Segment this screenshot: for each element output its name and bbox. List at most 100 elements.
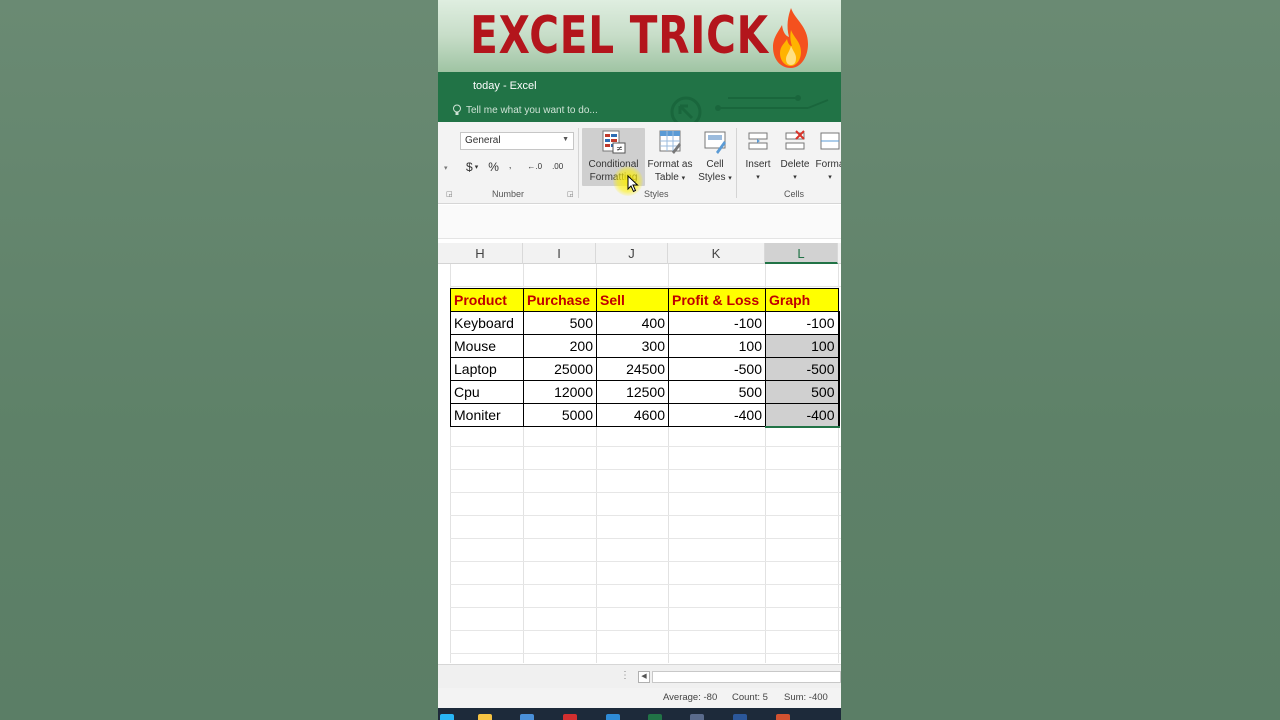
window-title: today - Excel — [473, 80, 537, 92]
delete-cells-icon — [785, 130, 805, 150]
group-divider — [578, 128, 579, 198]
windows-taskbar — [438, 708, 841, 720]
store-icon[interactable] — [520, 714, 534, 720]
status-sum: Sum: -400 — [784, 692, 828, 703]
profit-loss-cell[interactable]: 100 — [668, 334, 766, 358]
word-icon[interactable] — [733, 714, 747, 720]
banner-title: EXCEL TRICK — [470, 6, 769, 66]
product-cell[interactable]: Cpu — [450, 380, 524, 404]
scroll-left-arrow-icon[interactable]: ▾ — [444, 164, 448, 172]
column-header-h[interactable]: H — [438, 243, 523, 264]
purchase-cell[interactable]: 12000 — [523, 380, 597, 404]
chevron-down-icon: ▾ — [681, 175, 686, 182]
app-icon[interactable] — [690, 714, 704, 720]
number-format-value: General — [465, 135, 501, 146]
graph-cell[interactable]: 100 — [765, 334, 840, 358]
column-header-k[interactable]: K — [668, 243, 765, 264]
purchase-cell[interactable]: 200 — [523, 334, 597, 358]
profit-loss-cell[interactable]: -500 — [668, 357, 766, 381]
purchase-cell[interactable]: 5000 — [523, 403, 597, 427]
increase-decimal-button[interactable]: ←.0 — [527, 162, 542, 174]
purchase-cell[interactable]: 500 — [523, 311, 597, 335]
product-cell[interactable]: Mouse — [450, 334, 524, 358]
format-as-table-label-1: Format as — [647, 159, 693, 170]
alignment-launcher-icon[interactable]: ◲ — [446, 190, 453, 198]
tell-me-search[interactable]: Tell me what you want to do... — [452, 104, 598, 116]
cell-styles-button[interactable]: Cell Styles ▾ — [695, 128, 735, 185]
formula-bar-area — [438, 205, 841, 239]
sell-cell[interactable]: 400 — [596, 311, 669, 335]
scroll-left-button[interactable]: ◀ — [638, 671, 650, 683]
profit-loss-cell[interactable]: -100 — [668, 311, 766, 335]
table-row: Mouse 200 300 100 100 — [450, 334, 840, 358]
sell-cell[interactable]: 24500 — [596, 357, 669, 381]
header-cell[interactable]: Product — [450, 288, 524, 312]
table-icon — [659, 130, 681, 154]
delete-label: Delete — [780, 159, 810, 170]
profit-loss-cell[interactable]: 500 — [668, 380, 766, 404]
sell-cell[interactable]: 300 — [596, 334, 669, 358]
graph-cell[interactable]: -500 — [765, 357, 840, 381]
decrease-decimal-button[interactable]: .00 — [552, 162, 563, 174]
number-launcher-icon[interactable]: ◲ — [567, 190, 574, 198]
header-cell[interactable]: Sell — [596, 288, 669, 312]
chevron-down-icon: ▾ — [756, 174, 760, 181]
table-row: Keyboard 500 400 -100 -100 — [450, 311, 840, 335]
column-header-l[interactable]: L — [765, 243, 838, 264]
scroll-track[interactable] — [652, 671, 841, 683]
chevron-down-icon: ▾ — [828, 174, 832, 181]
cell-styles-icon — [704, 131, 726, 154]
insert-cells-icon — [748, 132, 768, 150]
status-average: Average: -80 — [663, 692, 718, 703]
product-cell[interactable]: Laptop — [450, 357, 524, 381]
lightbulb-icon — [453, 104, 461, 115]
graph-cell[interactable]: 500 — [765, 380, 840, 404]
table-row: Laptop 25000 24500 -500 -500 — [450, 357, 840, 381]
graph-cell[interactable]: -400 — [765, 403, 840, 428]
insert-label: Insert — [745, 159, 771, 170]
cell-styles-label-2: Styles — [698, 172, 726, 183]
title-banner: EXCEL TRICK — [438, 0, 841, 72]
insert-button[interactable]: Insert ▾ — [741, 128, 775, 184]
chevron-down-icon: ▾ — [728, 175, 732, 182]
number-format-dropdown[interactable]: General ▼ — [460, 132, 574, 150]
graph-cell[interactable]: -100 — [765, 311, 840, 335]
sell-cell[interactable]: 12500 — [596, 380, 669, 404]
format-as-table-label-2: Table — [654, 172, 679, 183]
product-cell[interactable]: Keyboard — [450, 311, 524, 335]
powerpoint-icon[interactable] — [776, 714, 790, 720]
percent-button[interactable]: % — [488, 160, 499, 174]
header-cell[interactable]: Purchase — [523, 288, 597, 312]
column-header-j[interactable]: J — [596, 243, 668, 264]
currency-button[interactable]: $ — [466, 160, 473, 174]
format-as-table-button[interactable]: Format as Table ▾ — [646, 128, 694, 185]
table-header-row: Product Purchase Sell Profit & Loss Grap… — [450, 288, 839, 312]
background-right — [841, 0, 1280, 720]
column-header-i[interactable]: I — [523, 243, 596, 264]
excel-title-bar: today - Excel Tell me what you want to d… — [438, 72, 841, 122]
purchase-cell[interactable]: 25000 — [523, 357, 597, 381]
product-cell[interactable]: Moniter — [450, 403, 524, 427]
chevron-down-icon: ▼ — [562, 136, 569, 143]
edge-icon[interactable] — [440, 714, 454, 720]
delete-button[interactable]: Delete ▾ — [777, 128, 813, 184]
tell-me-text: Tell me what you want to do... — [466, 104, 598, 116]
profit-loss-cell[interactable]: -400 — [668, 403, 766, 427]
fire-icon — [773, 8, 808, 68]
horizontal-scrollbar[interactable]: ⋮ ◀ — [438, 664, 841, 688]
format-button[interactable]: Forma ▾ — [815, 128, 841, 184]
header-cell[interactable]: Graph — [765, 288, 839, 312]
comma-style-button[interactable]: , — [509, 160, 512, 174]
status-count: Count: 5 — [732, 692, 768, 703]
currency-dropdown-icon[interactable]: ▾ — [475, 163, 479, 174]
number-group-label: Number — [492, 189, 525, 199]
header-cell[interactable]: Profit & Loss — [668, 288, 766, 312]
splitter-handle-icon[interactable]: ⋮ — [620, 670, 630, 681]
worksheet-grid[interactable]: H I J K L Product Purchase Sell Profit &… — [438, 243, 841, 663]
chevron-down-icon: ▾ — [793, 174, 797, 181]
opera-icon[interactable] — [563, 714, 577, 720]
sell-cell[interactable]: 4600 — [596, 403, 669, 427]
excel-icon[interactable] — [648, 714, 662, 720]
app-icon[interactable] — [606, 714, 620, 720]
folder-icon[interactable] — [478, 714, 492, 720]
